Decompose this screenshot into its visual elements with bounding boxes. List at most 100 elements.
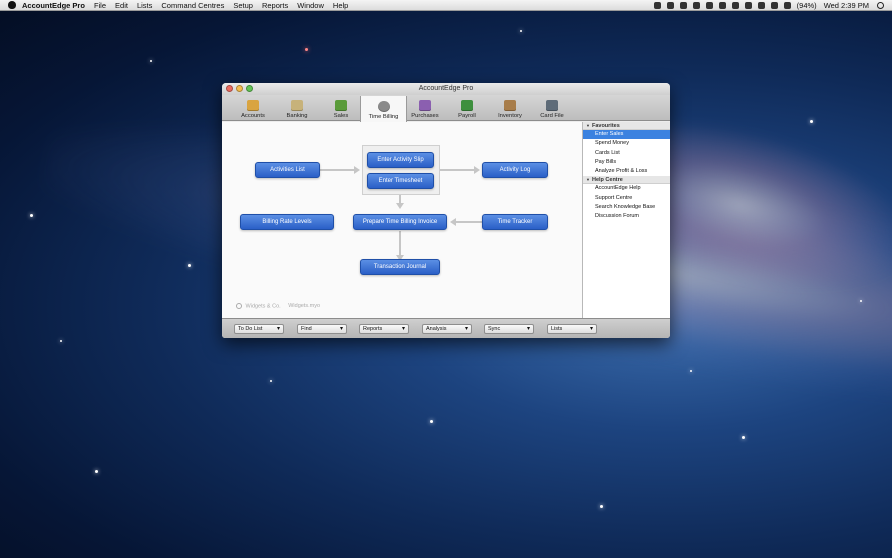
lists-dropdown[interactable]: Lists (547, 324, 597, 334)
menu-command-centres[interactable]: Command Centres (161, 1, 224, 10)
tab-card-file[interactable]: Card File (535, 95, 569, 121)
star (690, 370, 692, 372)
time-billing-flowchart: Activities List Enter Activity Slip Ente… (222, 122, 582, 318)
tab-accounts[interactable]: Accounts (236, 95, 270, 121)
chat-icon[interactable] (692, 1, 700, 9)
status-icon[interactable] (666, 1, 674, 9)
apple-icon[interactable] (8, 1, 16, 9)
help-discussion-forum[interactable]: Discussion Forum (583, 212, 670, 221)
favourites-header[interactable]: Favourites (583, 122, 670, 130)
stopwatch-icon (377, 101, 390, 112)
menu-app-name[interactable]: AccountEdge Pro (22, 1, 85, 10)
bluetooth-icon[interactable] (744, 1, 752, 9)
window-title: AccountEdge Pro (418, 85, 474, 92)
minimize-button[interactable] (236, 85, 243, 92)
help-search-knowledge-base[interactable]: Search Knowledge Base (583, 203, 670, 212)
favourites-sidebar: Favourites Enter Sales Spend Money Cards… (582, 122, 670, 318)
time-tracker-button[interactable]: Time Tracker (482, 214, 548, 230)
star (860, 300, 862, 302)
star (810, 120, 813, 123)
activities-list-button[interactable]: Activities List (255, 162, 320, 178)
favourite-enter-sales[interactable]: Enter Sales (583, 130, 670, 140)
battery-icon[interactable] (783, 1, 791, 9)
inventory-icon (504, 100, 516, 111)
sync-icon[interactable] (705, 1, 713, 9)
status-icon[interactable] (679, 1, 687, 9)
menu-edit[interactable]: Edit (115, 1, 128, 10)
tab-label: Time Billing (368, 114, 399, 120)
arrow-head (354, 166, 360, 174)
star (270, 380, 272, 382)
time-machine-icon[interactable] (731, 1, 739, 9)
tab-label: Banking (286, 113, 308, 119)
tab-label: Payroll (458, 113, 476, 119)
find-dropdown[interactable]: Find (297, 324, 347, 334)
sync-dropdown[interactable]: Sync (484, 324, 534, 334)
star (30, 214, 33, 217)
command-centre-toolbar: Accounts Banking Sales Time Billing Purc… (222, 95, 670, 122)
activity-log-button[interactable]: Activity Log (482, 162, 548, 178)
favourite-cards-list[interactable]: Cards List (583, 149, 670, 158)
display-icon[interactable] (718, 1, 726, 9)
window-titlebar[interactable]: AccountEdge Pro (222, 83, 670, 95)
tab-label: Card File (540, 113, 564, 119)
purchases-icon (419, 100, 431, 111)
tab-time-billing[interactable]: Time Billing (360, 96, 407, 122)
tab-banking[interactable]: Banking (280, 95, 314, 121)
menu-clock[interactable]: Wed 2:39 PM (824, 1, 869, 10)
star (520, 30, 522, 32)
traffic-lights (226, 85, 253, 92)
help-support-centre[interactable]: Support Centre (583, 194, 670, 203)
zoom-button[interactable] (246, 85, 253, 92)
wifi-icon[interactable] (757, 1, 765, 9)
battery-percent: (94%) (796, 0, 817, 10)
help-accountedge-help[interactable]: AccountEdge Help (583, 184, 670, 193)
transaction-journal-button[interactable]: Transaction Journal (360, 259, 440, 275)
arrow-head (450, 218, 456, 226)
star (600, 505, 603, 508)
prepare-time-billing-invoice-button[interactable]: Prepare Time Billing Invoice (353, 214, 447, 230)
arrow-head (396, 203, 404, 209)
tab-payroll[interactable]: Payroll (450, 95, 484, 121)
tab-sales[interactable]: Sales (324, 95, 358, 121)
star (60, 340, 62, 342)
widgets-logo-icon (236, 303, 242, 309)
flow-arrow (440, 169, 476, 171)
menu-bar: AccountEdge Pro File Edit Lists Command … (0, 0, 892, 11)
bottom-toolbar: To Do List Find Reports Analysis Sync Li… (222, 318, 670, 338)
star (430, 420, 433, 423)
bank-icon (291, 100, 303, 111)
help-centre-header[interactable]: Help Centre (583, 176, 670, 185)
reports-dropdown[interactable]: Reports (359, 324, 409, 334)
dropbox-icon[interactable] (653, 1, 661, 9)
favourite-analyze-profit-loss[interactable]: Analyze Profit & Loss (583, 167, 670, 176)
sales-icon (335, 100, 347, 111)
menu-setup[interactable]: Setup (233, 1, 253, 10)
payroll-icon (461, 100, 473, 111)
star (305, 48, 308, 51)
spotlight-search-icon[interactable] (877, 1, 884, 9)
enter-timesheet-button[interactable]: Enter Timesheet (367, 173, 434, 189)
star (188, 264, 191, 267)
flow-arrow (399, 231, 401, 257)
menu-help[interactable]: Help (333, 1, 348, 10)
favourite-spend-money[interactable]: Spend Money (583, 139, 670, 148)
close-button[interactable] (226, 85, 233, 92)
billing-rate-levels-button[interactable]: Billing Rate Levels (240, 214, 334, 230)
analysis-dropdown[interactable]: Analysis (422, 324, 472, 334)
to-do-list-dropdown[interactable]: To Do List (234, 324, 284, 334)
tab-purchases[interactable]: Purchases (408, 95, 442, 121)
menu-file[interactable]: File (94, 1, 106, 10)
company-name: Widgets & Co. (245, 303, 281, 310)
menu-window[interactable]: Window (297, 1, 324, 10)
tab-inventory[interactable]: Inventory (492, 95, 528, 121)
volume-icon[interactable] (770, 1, 778, 9)
tab-label: Inventory (498, 113, 522, 119)
favourite-pay-bills[interactable]: Pay Bills (583, 158, 670, 167)
menu-lists[interactable]: Lists (137, 1, 152, 10)
menu-reports[interactable]: Reports (262, 1, 288, 10)
tab-label: Purchases (411, 113, 439, 119)
company-file-logo: Widgets & Co. Widgets.myo (236, 303, 320, 309)
enter-activity-slip-button[interactable]: Enter Activity Slip (367, 152, 434, 168)
star (150, 60, 152, 62)
